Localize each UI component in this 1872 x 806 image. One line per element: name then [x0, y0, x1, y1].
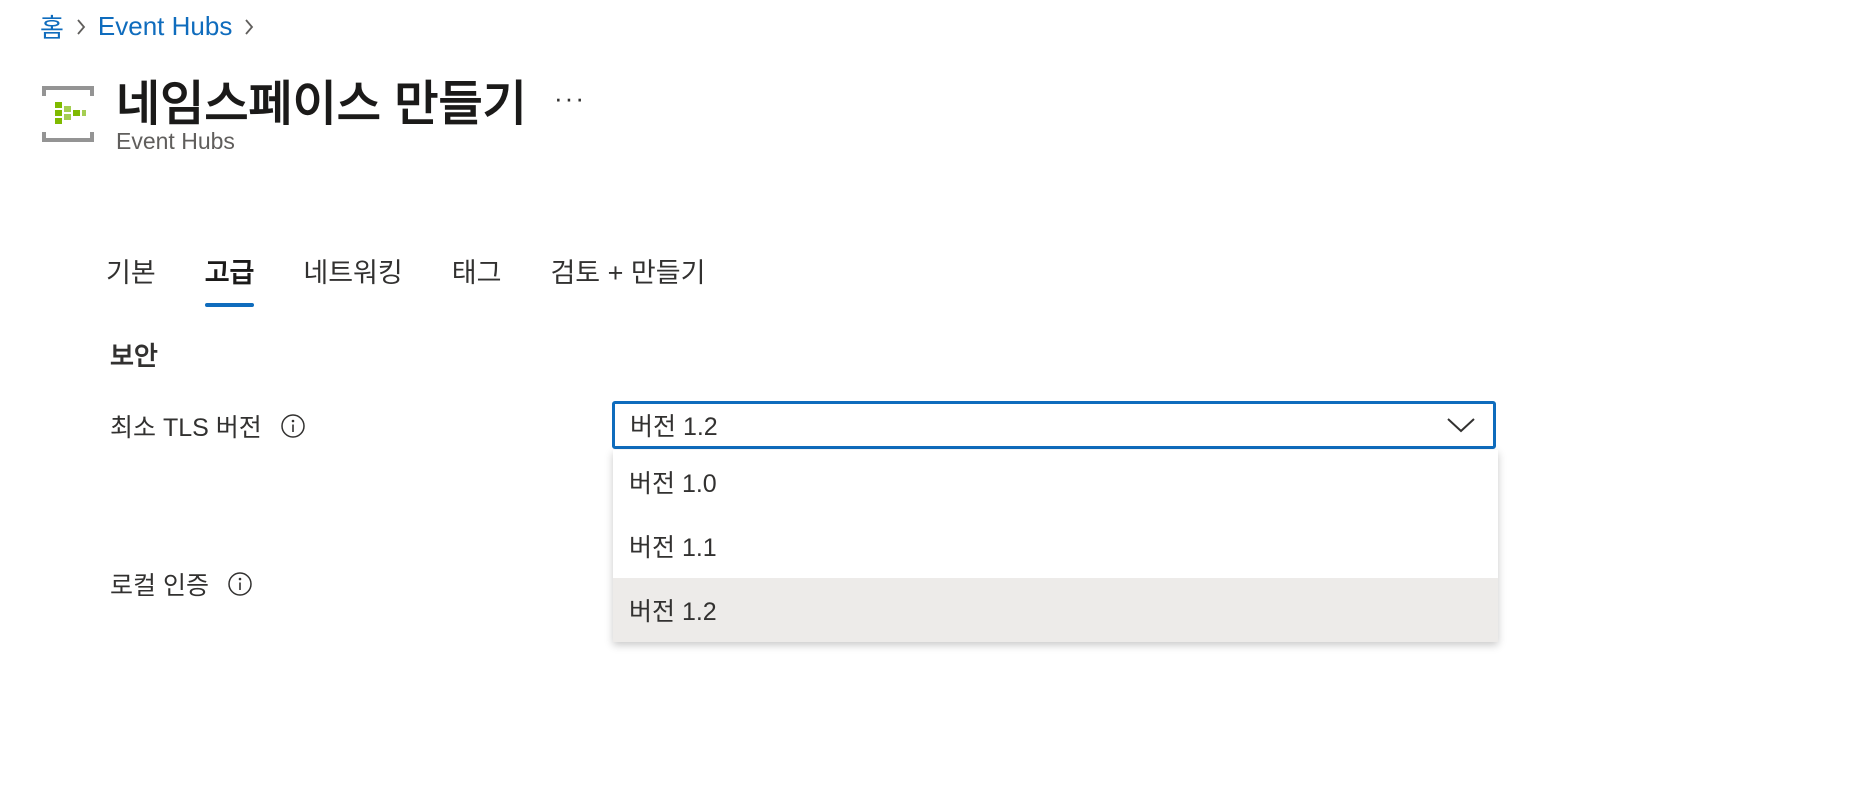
- tab-basics[interactable]: 기본: [106, 250, 156, 310]
- tab-review-create[interactable]: 검토 + 만들기: [550, 250, 705, 310]
- event-hubs-icon: [40, 86, 96, 142]
- info-icon[interactable]: [227, 571, 253, 597]
- breadcrumb-event-hubs-link[interactable]: Event Hubs: [98, 11, 232, 42]
- chevron-right-icon: [64, 6, 98, 46]
- ellipsis-icon: ···: [554, 82, 586, 113]
- dropdown-option[interactable]: 버전 1.0: [613, 450, 1498, 514]
- dropdown-option-selected[interactable]: 버전 1.2: [613, 578, 1498, 642]
- section-heading-security: 보안: [110, 341, 158, 371]
- breadcrumb-home-link[interactable]: 홈: [40, 8, 64, 45]
- min-tls-label: 최소 TLS 버전: [110, 414, 262, 442]
- tab-tags[interactable]: 태그: [452, 250, 502, 310]
- local-auth-label: 로컬 인증: [110, 572, 209, 600]
- tab-list: 기본 고급 네트워킹 태그 검토 + 만들기: [106, 250, 754, 314]
- breadcrumb: 홈 Event Hubs: [40, 6, 266, 46]
- min-tls-dropdown[interactable]: 버전 1.2: [612, 401, 1496, 449]
- info-icon[interactable]: [280, 413, 306, 439]
- min-tls-dropdown-value: 버전 1.2: [630, 413, 718, 441]
- chevron-right-icon: [232, 6, 266, 46]
- chevron-down-icon: [1445, 415, 1477, 435]
- tab-advanced[interactable]: 고급: [204, 250, 254, 310]
- page-subtitle: Event Hubs: [116, 128, 235, 154]
- min-tls-dropdown-list: 버전 1.0 버전 1.1 버전 1.2: [613, 450, 1498, 642]
- more-options-button[interactable]: ···: [550, 78, 590, 118]
- local-auth-label-row: 로컬 인증: [110, 566, 253, 602]
- min-tls-label-row: 최소 TLS 버전: [110, 408, 306, 444]
- page-title: 네임스페이스 만들기: [116, 78, 527, 131]
- dropdown-option[interactable]: 버전 1.1: [613, 514, 1498, 578]
- tab-networking[interactable]: 네트워킹: [303, 250, 402, 310]
